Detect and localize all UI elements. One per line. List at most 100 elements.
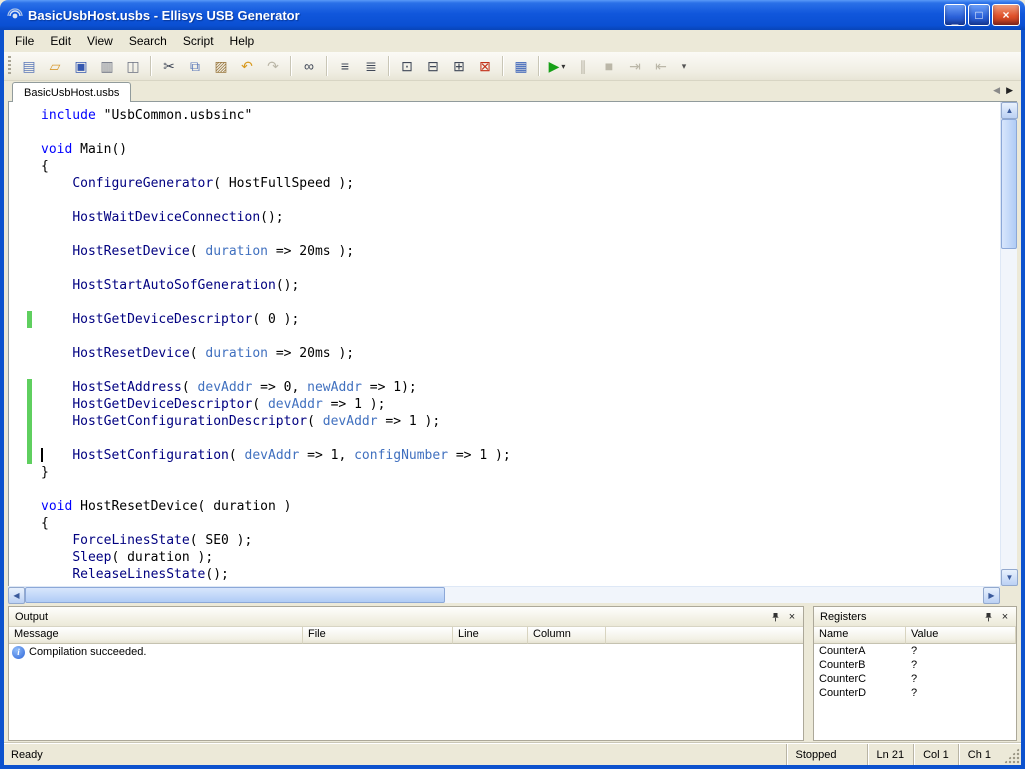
scrollbar-corner <box>1000 586 1017 603</box>
scroll-down-icon[interactable]: ▼ <box>1001 569 1018 586</box>
tab-basicusbhost[interactable]: BasicUsbHost.usbs <box>12 82 131 102</box>
vertical-scroll-track[interactable] <box>1001 119 1017 569</box>
scroll-right-icon[interactable]: ▶ <box>983 587 1000 604</box>
code-text: HostStartAutoSofGeneration(); <box>9 277 299 294</box>
indent-icon: ≡ <box>341 59 349 73</box>
run-dropdown-icon[interactable]: ▾ <box>561 62 565 71</box>
run-button[interactable]: ▶▾ <box>545 55 569 77</box>
cut-button[interactable]: ✂ <box>157 55 181 77</box>
pin-icon[interactable] <box>767 609 783 624</box>
output-column-line[interactable]: Line <box>453 627 528 644</box>
pin-icon[interactable] <box>980 609 996 624</box>
code-line <box>9 192 1000 209</box>
toolbar-gripper[interactable] <box>8 56 11 76</box>
scroll-up-icon[interactable]: ▲ <box>1001 102 1018 119</box>
toolbar-overflow-button[interactable]: ▾ <box>677 61 691 71</box>
save-file-icon: ▣ <box>74 59 87 73</box>
status-char-indicator: Ch 1 <box>958 744 1000 765</box>
save-file-button[interactable]: ▣ <box>69 55 93 77</box>
vertical-scroll-thumb[interactable] <box>1001 119 1017 249</box>
code-editor[interactable]: include "UsbCommon.usbsinc"void Main(){ … <box>8 102 1000 586</box>
code-text: Sleep( duration ); <box>9 549 213 566</box>
step-into-button: ⇥ <box>623 55 647 77</box>
code-line: HostResetDevice( duration => 20ms ); <box>9 345 1000 362</box>
code-line <box>9 430 1000 447</box>
menu-help[interactable]: Help <box>222 31 263 51</box>
window-controls: _□× <box>944 4 1020 26</box>
register-name: CounterA <box>814 645 906 657</box>
register-row[interactable]: CounterB? <box>814 658 1016 672</box>
register-row[interactable]: CounterA? <box>814 644 1016 658</box>
paste-button[interactable]: ▨ <box>209 55 233 77</box>
minimize-button[interactable]: _ <box>944 4 966 26</box>
code-text: HostGetDeviceDescriptor( 0 ); <box>9 311 299 328</box>
next-breakpoint-button[interactable]: ⊞ <box>447 55 471 77</box>
menu-search[interactable]: Search <box>121 31 175 51</box>
code-line: HostSetAddress( devAddr => 0, newAddr =>… <box>9 379 1000 396</box>
register-row[interactable]: CounterC? <box>814 672 1016 686</box>
menu-script[interactable]: Script <box>175 31 222 51</box>
menu-file[interactable]: File <box>7 31 42 51</box>
titlebar: BasicUsbHost.usbs - Ellisys USB Generato… <box>0 0 1025 30</box>
open-file-button[interactable]: ▱ <box>43 55 67 77</box>
output-row[interactable]: iCompilation succeeded. <box>9 644 803 660</box>
code-line <box>9 294 1000 311</box>
registers-column-name[interactable]: Name <box>814 627 906 644</box>
insert-breakpoint-button[interactable]: ⊟ <box>421 55 445 77</box>
close-icon[interactable]: × <box>784 609 800 624</box>
vertical-scrollbar[interactable]: ▲ ▼ <box>1000 102 1017 586</box>
toolbar: ▤▱▣▥◫✂⧉▨↶↷∞≡≣⊡⊟⊞⊠▦▶▾∥■⇥⇤ ▾ <box>4 52 1021 81</box>
output-column-column[interactable]: Column <box>528 627 606 644</box>
code-line <box>9 226 1000 243</box>
dock-splitter[interactable] <box>804 606 813 741</box>
maximize-button[interactable]: □ <box>968 4 990 26</box>
watch-window-button[interactable]: ⊡ <box>395 55 419 77</box>
resize-grip[interactable] <box>1003 747 1020 764</box>
output-column-message[interactable]: Message <box>9 627 303 644</box>
window-frame: FileEditViewSearchScriptHelp ▤▱▣▥◫✂⧉▨↶↷∞… <box>0 30 1025 769</box>
code-line: { <box>9 515 1000 532</box>
tab-scroll-right-icon[interactable]: ▶ <box>1006 85 1013 96</box>
toolbar-separator <box>150 56 152 76</box>
print-preview-button[interactable]: ◫ <box>121 55 145 77</box>
output-column-file[interactable]: File <box>303 627 453 644</box>
menu-view[interactable]: View <box>79 31 121 51</box>
horizontal-scrollbar[interactable]: ◀ ▶ <box>8 586 1000 603</box>
code-text: HostResetDevice( duration => 20ms ); <box>9 345 354 362</box>
scroll-left-icon[interactable]: ◀ <box>8 587 25 604</box>
registers-header: NameValue <box>814 627 1016 644</box>
new-file-button[interactable]: ▤ <box>17 55 41 77</box>
registers-column-value[interactable]: Value <box>906 627 1016 644</box>
outdent-button[interactable]: ≣ <box>359 55 383 77</box>
stop-icon: ■ <box>605 59 613 73</box>
output-header-filler <box>606 627 803 644</box>
print-preview-icon: ◫ <box>126 59 139 73</box>
window-title: BasicUsbHost.usbs - Ellisys USB Generato… <box>28 8 944 23</box>
clear-breakpoints-button[interactable]: ⊠ <box>473 55 497 77</box>
register-row[interactable]: CounterD? <box>814 686 1016 700</box>
status-column-indicator: Col 1 <box>913 744 958 765</box>
menu-edit[interactable]: Edit <box>42 31 79 51</box>
close-icon[interactable]: × <box>997 609 1013 624</box>
print-button[interactable]: ▥ <box>95 55 119 77</box>
step-into-icon: ⇥ <box>629 59 641 73</box>
copy-button[interactable]: ⧉ <box>183 55 207 77</box>
code-line: ReleaseLinesState(); <box>9 566 1000 583</box>
undo-button[interactable]: ↶ <box>235 55 259 77</box>
close-button[interactable]: × <box>992 4 1020 26</box>
stop-button: ■ <box>597 55 621 77</box>
tab-bar: BasicUsbHost.usbs ◀ ▶ <box>4 81 1021 101</box>
horizontal-scroll-thumb[interactable] <box>25 587 445 603</box>
code-line <box>9 124 1000 141</box>
compile-button[interactable]: ▦ <box>509 55 533 77</box>
output-message-cell: iCompilation succeeded. <box>9 646 303 659</box>
code-line <box>9 362 1000 379</box>
watch-window-icon: ⊡ <box>401 59 413 73</box>
indent-button[interactable]: ≡ <box>333 55 357 77</box>
registers-panel-title: Registers <box>820 611 979 623</box>
undo-icon: ↶ <box>241 59 253 73</box>
code-line: Sleep( duration ); <box>9 549 1000 566</box>
horizontal-scroll-track[interactable] <box>25 587 983 603</box>
tab-scroll-left-icon[interactable]: ◀ <box>993 85 1000 96</box>
find-button[interactable]: ∞ <box>297 55 321 77</box>
